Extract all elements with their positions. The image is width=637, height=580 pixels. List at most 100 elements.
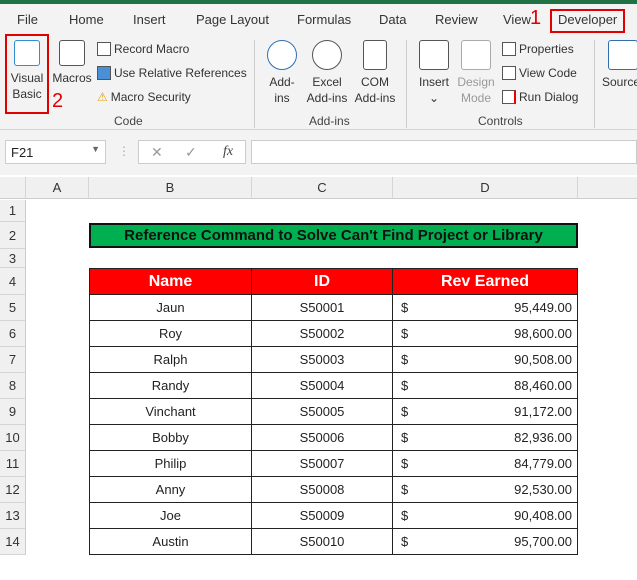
security-label: Macro Security (110, 90, 191, 104)
tab-page-layout[interactable]: Page Layout (196, 12, 269, 27)
design-mode-icon (461, 40, 491, 70)
record-macro-button[interactable]: Record Macro (97, 42, 189, 56)
drag-handle-icon[interactable]: ⋮ (118, 144, 130, 158)
use-relative-references-button[interactable]: Use Relative References (97, 66, 247, 80)
cell-name[interactable]: Anny (89, 477, 252, 503)
column-header-e[interactable] (578, 177, 637, 199)
currency-symbol: $ (401, 482, 409, 497)
amount: 91,172.00 (514, 404, 572, 419)
row-header[interactable]: 3 (0, 249, 26, 268)
cell-rev-earned[interactable]: $90,408.00 (393, 503, 578, 529)
insert-function-icon[interactable]: fx (223, 144, 233, 160)
cell-rev-earned[interactable]: $82,936.00 (393, 425, 578, 451)
column-header-a[interactable]: A (26, 177, 89, 199)
cell-id[interactable]: S50009 (252, 503, 393, 529)
macro-security-button[interactable]: ⚠ Macro Security (97, 90, 191, 104)
column-header-c[interactable]: C (252, 177, 393, 199)
cell-name[interactable]: Austin (89, 529, 252, 555)
cell-rev-earned[interactable]: $90,508.00 (393, 347, 578, 373)
name-box[interactable]: F21 ▼ (5, 140, 106, 164)
cell-rev-earned[interactable]: $88,460.00 (393, 373, 578, 399)
tab-file[interactable]: File (17, 12, 38, 27)
cell-name[interactable]: Ralph (89, 347, 252, 373)
header-id[interactable]: ID (252, 268, 393, 295)
cell-name[interactable]: Philip (89, 451, 252, 477)
cell-id[interactable]: S50006 (252, 425, 393, 451)
currency-symbol: $ (401, 430, 409, 445)
header-name[interactable]: Name (89, 268, 252, 295)
tab-home[interactable]: Home (69, 12, 104, 27)
row-header[interactable]: 2 (0, 222, 26, 249)
row-header[interactable]: 6 (0, 321, 26, 347)
cell-id[interactable]: S50004 (252, 373, 393, 399)
row-header[interactable]: 10 (0, 425, 26, 451)
cell-name[interactable]: Vinchant (89, 399, 252, 425)
row-header[interactable]: 7 (0, 347, 26, 373)
amount: 88,460.00 (514, 378, 572, 393)
amount: 84,779.00 (514, 456, 572, 471)
sheet-title[interactable]: Reference Command to Solve Can't Find Pr… (89, 223, 578, 248)
annotation-1: 1 (530, 7, 542, 29)
amount: 90,408.00 (514, 508, 572, 523)
select-all-corner[interactable] (0, 177, 26, 199)
insert-control-button[interactable]: Insert ⌄ (416, 40, 452, 106)
com-addins-label-2: Add-ins (354, 91, 396, 105)
excel-addins-button[interactable]: Excel Add-ins (304, 40, 350, 106)
addins-button[interactable]: Add-ins (263, 40, 301, 106)
addins-icon (267, 40, 297, 70)
group-divider (406, 40, 407, 128)
cell-rev-earned[interactable]: $92,530.00 (393, 477, 578, 503)
tab-insert[interactable]: Insert (133, 12, 166, 27)
toolbox-icon (419, 40, 449, 70)
cell-id[interactable]: S50001 (252, 295, 393, 321)
view-code-button[interactable]: View Code (502, 66, 577, 80)
tab-view[interactable]: View (503, 12, 531, 27)
highlight-developer (550, 9, 625, 33)
cell-rev-earned[interactable]: $91,172.00 (393, 399, 578, 425)
row-header[interactable]: 5 (0, 295, 26, 321)
column-header-b[interactable]: B (89, 177, 252, 199)
row-header[interactable]: 8 (0, 373, 26, 399)
cell-id[interactable]: S50008 (252, 477, 393, 503)
cell-name[interactable]: Bobby (89, 425, 252, 451)
design-mode-button[interactable]: Design Mode (456, 40, 496, 106)
source-label: Source (602, 75, 637, 89)
cell-rev-earned[interactable]: $95,449.00 (393, 295, 578, 321)
tab-data[interactable]: Data (379, 12, 406, 27)
column-header-d[interactable]: D (393, 177, 578, 199)
row-header[interactable]: 11 (0, 451, 26, 477)
row-header[interactable]: 14 (0, 529, 26, 555)
com-addins-button[interactable]: COM Add-ins (352, 40, 398, 106)
cancel-icon[interactable]: ✕ (151, 144, 163, 161)
row-header[interactable]: 13 (0, 503, 26, 529)
tab-review[interactable]: Review (435, 12, 478, 27)
cell-id[interactable]: S50010 (252, 529, 393, 555)
cell-id[interactable]: S50002 (252, 321, 393, 347)
cell-name[interactable]: Joe (89, 503, 252, 529)
run-dialog-label: Run Dialog (519, 90, 579, 104)
header-rev-earned[interactable]: Rev Earned (393, 268, 578, 295)
name-box-value: F21 (11, 145, 34, 160)
run-dialog-button[interactable]: Run Dialog (502, 90, 578, 104)
cell-id[interactable]: S50005 (252, 399, 393, 425)
cell-rev-earned[interactable]: $95,700.00 (393, 529, 578, 555)
properties-button[interactable]: Properties (502, 42, 574, 56)
enter-icon[interactable]: ✓ (185, 144, 197, 161)
chevron-down-icon[interactable]: ▼ (91, 144, 100, 154)
cell-name[interactable]: Jaun (89, 295, 252, 321)
macros-button[interactable]: Macros (51, 40, 93, 86)
cell-rev-earned[interactable]: $98,600.00 (393, 321, 578, 347)
tab-formulas[interactable]: Formulas (297, 12, 351, 27)
row-header[interactable]: 1 (0, 200, 26, 222)
cell-id[interactable]: S50003 (252, 347, 393, 373)
currency-symbol: $ (401, 326, 409, 341)
cell-rev-earned[interactable]: $84,779.00 (393, 451, 578, 477)
source-button[interactable]: Source (602, 40, 637, 90)
cell-id[interactable]: S50007 (252, 451, 393, 477)
row-header[interactable]: 4 (0, 268, 26, 295)
cell-name[interactable]: Roy (89, 321, 252, 347)
formula-input[interactable] (251, 140, 637, 164)
cell-name[interactable]: Randy (89, 373, 252, 399)
row-header[interactable]: 12 (0, 477, 26, 503)
row-header[interactable]: 9 (0, 399, 26, 425)
